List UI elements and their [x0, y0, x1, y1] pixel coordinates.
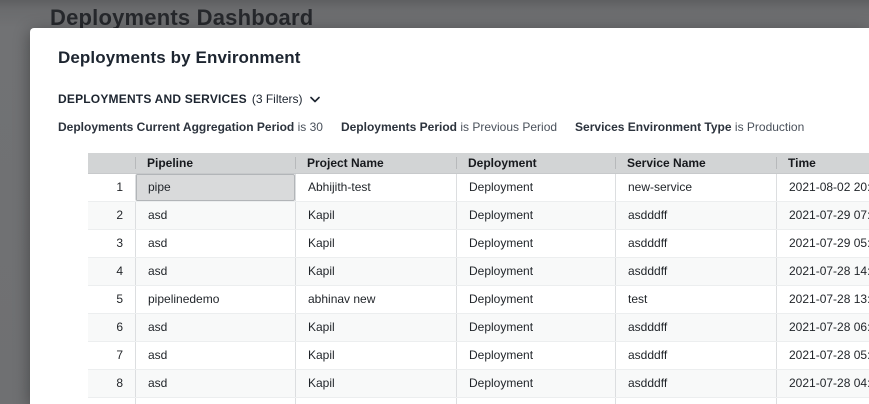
header-project-name[interactable]: Project Name	[295, 153, 456, 173]
cell-time[interactable]: 2021-08-02 20:41:18	[776, 174, 869, 201]
table-row: 5pipelinedemoabhinav newDeploymenttest20…	[88, 286, 869, 314]
cell-project-name[interactable]: Kapil	[295, 258, 456, 285]
cell-time[interactable]: 2021-07-28 06:24:00	[776, 314, 869, 341]
table-row: 1pipeAbhijith-testDeploymentnew-service2…	[88, 174, 869, 202]
cell-service-name[interactable]: test	[615, 286, 776, 313]
cell-time[interactable]: 2021-07-28 14:51:23	[776, 258, 869, 285]
cell-deployment[interactable]: Deployment	[456, 286, 615, 313]
table-body: 1pipeAbhijith-testDeploymentnew-service2…	[88, 174, 869, 404]
cell-deployment[interactable]: Deployment	[456, 398, 615, 404]
header-pipeline[interactable]: Pipeline	[135, 153, 295, 173]
header-row-number	[88, 153, 135, 173]
active-filters-row: Deployments Current Aggregation Period i…	[58, 120, 869, 134]
cell-deployment[interactable]: Deployment	[456, 258, 615, 285]
filter-group-label: DEPLOYMENTS AND SERVICES	[58, 92, 247, 106]
filter-count-label: (3 Filters)	[252, 92, 303, 106]
row-number: 4	[88, 258, 135, 285]
row-number: 5	[88, 286, 135, 313]
cell-time[interactable]: 2021-07-28 13:10:46	[776, 286, 869, 313]
row-number: 2	[88, 202, 135, 229]
header-time[interactable]: Time	[776, 153, 869, 173]
cell-pipeline[interactable]: asd	[135, 342, 295, 369]
filter-name: Deployments Period	[341, 120, 457, 134]
filter-condition: is 30	[298, 120, 323, 134]
row-number: 9	[88, 398, 135, 404]
cell-project-name[interactable]: abhinav new	[295, 286, 456, 313]
cell-pipeline[interactable]: asd	[135, 202, 295, 229]
cell-deployment[interactable]: Deployment	[456, 230, 615, 257]
chevron-down-icon	[310, 92, 320, 106]
filter-chip: Services Environment Type is Production	[575, 120, 804, 134]
cell-project-name[interactable]: Kapil	[295, 314, 456, 341]
cell-project-name[interactable]: Kapil	[295, 202, 456, 229]
cell-time[interactable]: 2021-07-28 04:13:10	[776, 398, 869, 404]
table-row: 9asdKapilDeploymentasdddff2021-07-28 04:…	[88, 398, 869, 404]
cell-service-name[interactable]: asdddff	[615, 398, 776, 404]
table-row: 6asdKapilDeploymentasdddff2021-07-28 06:…	[88, 314, 869, 342]
cell-project-name[interactable]: Kapil	[295, 370, 456, 397]
cell-time[interactable]: 2021-07-29 05:51:45	[776, 230, 869, 257]
cell-deployment[interactable]: Deployment	[456, 370, 615, 397]
cell-service-name[interactable]: asdddff	[615, 258, 776, 285]
table-row: 4asdKapilDeploymentasdddff2021-07-28 14:…	[88, 258, 869, 286]
cell-deployment[interactable]: Deployment	[456, 314, 615, 341]
cell-time[interactable]: 2021-07-28 04:34:45	[776, 370, 869, 397]
header-deployment[interactable]: Deployment	[456, 153, 615, 173]
cell-pipeline[interactable]: pipe	[135, 174, 295, 201]
panel-title: Deployments by Environment	[58, 48, 869, 68]
deployments-table: Pipeline Project Name Deployment Service…	[88, 153, 869, 404]
row-number: 1	[88, 174, 135, 201]
cell-project-name[interactable]: Kapil	[295, 342, 456, 369]
row-number: 3	[88, 230, 135, 257]
cell-service-name[interactable]: asdddff	[615, 230, 776, 257]
table-row: 7asdKapilDeploymentasdddff2021-07-28 05:…	[88, 342, 869, 370]
table-row: 2asdKapilDeploymentasdddff2021-07-29 07:…	[88, 202, 869, 230]
deployments-by-environment-panel: Deployments by Environment DEPLOYMENTS A…	[30, 28, 869, 404]
filter-name: Services Environment Type	[575, 120, 732, 134]
cell-project-name[interactable]: Abhijith-test	[295, 174, 456, 201]
header-service-name[interactable]: Service Name	[615, 153, 776, 173]
cell-pipeline[interactable]: asd	[135, 398, 295, 404]
cell-time[interactable]: 2021-07-29 07:27:44	[776, 202, 869, 229]
row-number: 6	[88, 314, 135, 341]
table-header-row: Pipeline Project Name Deployment Service…	[88, 153, 869, 174]
cell-deployment[interactable]: Deployment	[456, 202, 615, 229]
cell-deployment[interactable]: Deployment	[456, 174, 615, 201]
cell-pipeline[interactable]: asd	[135, 370, 295, 397]
cell-pipeline[interactable]: pipelinedemo	[135, 286, 295, 313]
cell-service-name[interactable]: asdddff	[615, 370, 776, 397]
row-number: 8	[88, 370, 135, 397]
filter-chip: Deployments Period is Previous Period	[341, 120, 557, 134]
cell-service-name[interactable]: asdddff	[615, 342, 776, 369]
cell-service-name[interactable]: asdddff	[615, 314, 776, 341]
filter-name: Deployments Current Aggregation Period	[58, 120, 294, 134]
table-row: 8asdKapilDeploymentasdddff2021-07-28 04:…	[88, 370, 869, 398]
filter-group-toggle[interactable]: DEPLOYMENTS AND SERVICES (3 Filters)	[58, 92, 320, 106]
cell-project-name[interactable]: Kapil	[295, 398, 456, 404]
cell-pipeline[interactable]: asd	[135, 258, 295, 285]
filter-condition: is Production	[735, 120, 804, 134]
filter-condition: is Previous Period	[460, 120, 557, 134]
row-number: 7	[88, 342, 135, 369]
cell-service-name[interactable]: asdddff	[615, 202, 776, 229]
cell-service-name[interactable]: new-service	[615, 174, 776, 201]
cell-deployment[interactable]: Deployment	[456, 342, 615, 369]
cell-pipeline[interactable]: asd	[135, 230, 295, 257]
cell-project-name[interactable]: Kapil	[295, 230, 456, 257]
cell-time[interactable]: 2021-07-28 05:51:28	[776, 342, 869, 369]
filter-chip: Deployments Current Aggregation Period i…	[58, 120, 323, 134]
table-row: 3asdKapilDeploymentasdddff2021-07-29 05:…	[88, 230, 869, 258]
cell-pipeline[interactable]: asd	[135, 314, 295, 341]
